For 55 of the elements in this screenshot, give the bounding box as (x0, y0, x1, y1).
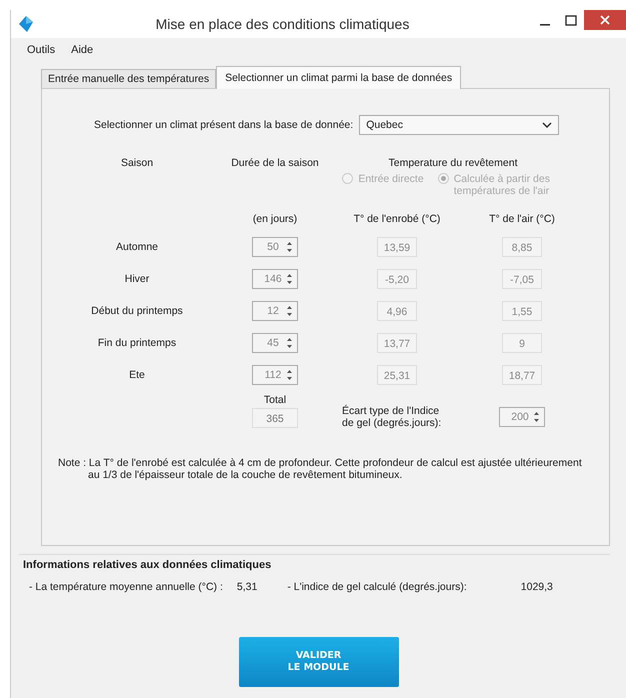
info-value: 1029,3 (520, 581, 553, 593)
spinner-arrows-icon (285, 336, 294, 350)
asphalt-temp-field: -5,20 (377, 269, 417, 289)
info-label: - L'indice de gel calculé (degrés.jours): (287, 581, 467, 593)
chevron-down-icon (542, 122, 552, 128)
radio-label: Calculée à partir des températures de l'air (454, 173, 551, 197)
asphalt-temp-field: 13,77 (377, 333, 417, 353)
tab[interactable]: Entrée manuelle des températures (41, 69, 216, 88)
asphalt-temp-field: 4,96 (377, 301, 417, 321)
note-text: Note : La T° de l'enrobé est calculée à 4 cm de profondeur. Cette profondeur de calcul est ajustée ultérieurement au 1/3 de l'épaisseur totale de la couche de revêtement bitumineux. (58, 457, 583, 481)
spinner-arrows-icon (532, 410, 541, 424)
column-header: T° de l'air (°C) (489, 212, 555, 227)
days-spinner[interactable]: 45 (252, 333, 298, 353)
group-title: Informations relatives aux données climatiques (23, 559, 272, 571)
season-label: Début du printemps (91, 304, 183, 319)
asphalt-temp-field: 13,59 (377, 237, 417, 257)
spinner-arrows-icon (285, 368, 294, 382)
app-icon (19, 16, 33, 32)
menu-item[interactable]: Outils (27, 44, 56, 56)
menu-item[interactable]: Aide (71, 44, 94, 56)
info-label: - La température moyenne annuelle (°C) : (29, 581, 223, 593)
spinner-arrows-icon (285, 240, 294, 254)
climate-label: Selectionner un climat présent dans la base de donnée: (94, 119, 354, 131)
season-label: Ete (129, 368, 145, 383)
spinner-arrows-icon (285, 304, 294, 318)
close-icon[interactable] (584, 10, 626, 30)
tab[interactable]: Selectionner un climat parmi la base de données (216, 66, 462, 89)
column-header: Temperature du revêtement (388, 156, 518, 171)
days-spinner[interactable]: 112 (252, 365, 298, 385)
days-spinner[interactable]: 50 (252, 237, 298, 257)
climate-dropdown[interactable]: Quebec (359, 115, 560, 135)
air-temp-field: 1,55 (502, 301, 542, 321)
air-temp-field: -7,05 (502, 269, 542, 289)
days-spinner[interactable]: 12 (252, 301, 298, 321)
days-spinner[interactable]: 146 (252, 269, 298, 289)
season-label: Automne (116, 240, 158, 255)
air-temp-field: 9 (502, 333, 542, 353)
air-temp-field: 18,77 (502, 365, 542, 385)
total-label: Total (264, 394, 286, 406)
radio-label: Entrée directe (358, 173, 424, 185)
asphalt-temp-field: 25,31 (377, 365, 417, 385)
frost-std-spinner[interactable]: 200 (499, 407, 545, 427)
window-title: Mise en place des conditions climatiques (154, 16, 410, 32)
air-temp-field: 8,85 (502, 237, 542, 257)
total-field: 365 (252, 408, 298, 428)
frost-std-label: Écart type de l'Indice de gel (degrés.jours): (342, 405, 442, 429)
info-value: 5,31 (236, 581, 258, 593)
validate-button[interactable]: VALIDER LE MODULE (238, 637, 398, 687)
season-label: Fin du printemps (98, 336, 176, 351)
column-header: Saison (120, 156, 154, 171)
column-header: T° de l'enrobé (°C) (354, 212, 440, 227)
season-label: Hiver (124, 272, 150, 287)
column-header: (en jours) (252, 212, 298, 227)
column-header: Durée de la saison (231, 156, 319, 171)
spinner-arrows-icon (285, 272, 294, 286)
